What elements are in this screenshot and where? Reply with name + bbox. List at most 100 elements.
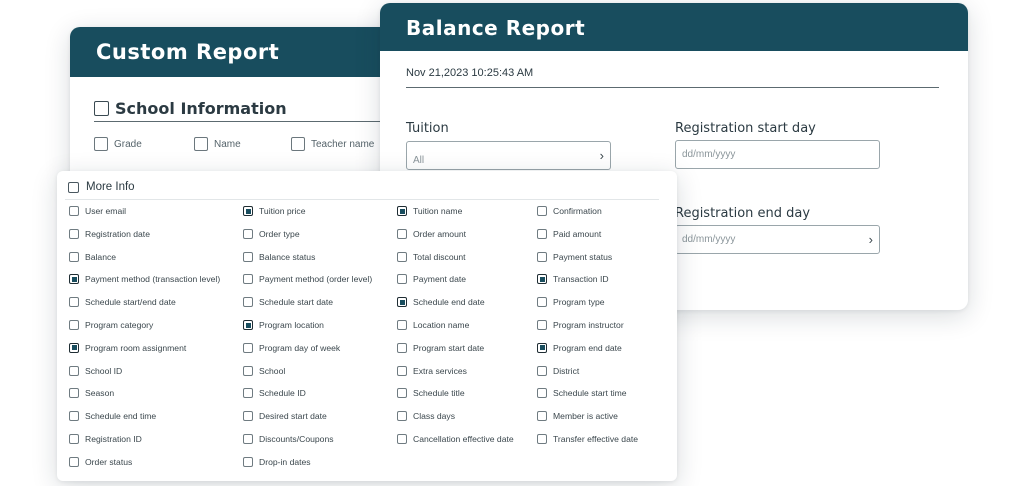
checkbox[interactable] xyxy=(397,320,407,330)
checkbox[interactable] xyxy=(537,411,547,422)
checkbox[interactable] xyxy=(243,434,253,444)
more-info-option[interactable]: Discounts/Coupons xyxy=(243,434,334,444)
checkbox[interactable] xyxy=(243,411,253,422)
checkbox[interactable] xyxy=(69,411,79,422)
more-info-option[interactable]: User email xyxy=(69,206,126,216)
more-info-option[interactable]: Order status xyxy=(69,456,132,467)
more-info-option[interactable]: Payment status xyxy=(537,251,612,262)
more-info-option[interactable]: Program room assignment xyxy=(69,342,186,353)
more-info-option[interactable]: Tuition name xyxy=(397,206,462,216)
checkbox[interactable] xyxy=(397,434,407,444)
checkbox[interactable] xyxy=(243,274,253,285)
more-info-option[interactable]: Program end date xyxy=(537,342,622,353)
more-info-option[interactable]: Tuition price xyxy=(243,206,306,216)
checkbox[interactable] xyxy=(69,251,79,262)
more-info-option[interactable]: Balance xyxy=(69,251,116,262)
registration-end-input[interactable]: dd/mm/yyyy › xyxy=(675,225,880,254)
checkbox[interactable] xyxy=(397,251,407,262)
checkbox[interactable] xyxy=(243,456,253,467)
more-info-option[interactable]: School xyxy=(243,365,285,376)
checkbox[interactable] xyxy=(69,320,79,330)
more-info-option[interactable]: Class days xyxy=(397,411,455,422)
field-teacher-name-checkbox[interactable] xyxy=(291,137,305,151)
more-info-option[interactable]: Program category xyxy=(69,320,153,330)
more-info-option[interactable]: Program type xyxy=(537,297,605,308)
checkbox[interactable] xyxy=(243,342,253,353)
more-info-toggle[interactable]: More Info xyxy=(68,181,135,193)
field-teacher-name[interactable]: Teacher name xyxy=(291,137,374,151)
checked-checkbox[interactable] xyxy=(69,274,79,285)
checkbox[interactable] xyxy=(243,365,253,376)
more-info-option[interactable]: Schedule title xyxy=(397,388,465,399)
checked-checkbox[interactable] xyxy=(397,297,407,308)
checkbox[interactable] xyxy=(397,274,407,285)
more-info-option[interactable]: Schedule end date xyxy=(397,297,485,308)
checkbox[interactable] xyxy=(69,206,79,216)
checkbox[interactable] xyxy=(397,411,407,422)
checked-checkbox[interactable] xyxy=(537,342,547,353)
more-info-option[interactable]: Registration date xyxy=(69,228,150,239)
more-info-option[interactable]: School ID xyxy=(69,365,122,376)
more-info-option[interactable]: Season xyxy=(69,388,114,399)
checked-checkbox[interactable] xyxy=(537,274,547,285)
more-info-option[interactable]: Payment method (order level) xyxy=(243,274,372,285)
field-name-checkbox[interactable] xyxy=(194,137,208,151)
field-grade[interactable]: Grade xyxy=(94,137,142,151)
checkbox[interactable] xyxy=(69,456,79,467)
checked-checkbox[interactable] xyxy=(243,206,253,216)
more-info-option[interactable]: Program instructor xyxy=(537,320,624,330)
checked-checkbox[interactable] xyxy=(397,206,407,216)
tuition-select[interactable]: All › xyxy=(406,141,611,170)
checked-checkbox[interactable] xyxy=(69,342,79,353)
school-information-checkbox[interactable] xyxy=(94,101,109,116)
checkbox[interactable] xyxy=(69,228,79,239)
checkbox[interactable] xyxy=(537,434,547,444)
more-info-option[interactable]: Registration ID xyxy=(69,434,142,444)
more-info-option[interactable]: Cancellation effective date xyxy=(397,434,514,444)
checkbox[interactable] xyxy=(397,388,407,399)
checkbox[interactable] xyxy=(537,251,547,262)
checkbox[interactable] xyxy=(537,228,547,239)
checkbox[interactable] xyxy=(243,228,253,239)
checkbox[interactable] xyxy=(243,297,253,308)
more-info-checkbox[interactable] xyxy=(68,181,79,193)
checkbox[interactable] xyxy=(69,388,79,399)
more-info-option[interactable]: District xyxy=(537,365,579,376)
more-info-option[interactable]: Program day of week xyxy=(243,342,340,353)
more-info-option[interactable]: Schedule end time xyxy=(69,411,156,422)
more-info-option[interactable]: Program location xyxy=(243,320,324,330)
more-info-option[interactable]: Paid amount xyxy=(537,228,601,239)
more-info-option[interactable]: Member is active xyxy=(537,411,618,422)
checkbox[interactable] xyxy=(397,228,407,239)
checkbox[interactable] xyxy=(243,388,253,399)
more-info-option[interactable]: Location name xyxy=(397,320,469,330)
checkbox[interactable] xyxy=(243,251,253,262)
checkbox[interactable] xyxy=(537,388,547,399)
checkbox[interactable] xyxy=(69,434,79,444)
field-grade-checkbox[interactable] xyxy=(94,137,108,151)
more-info-option[interactable]: Order amount xyxy=(397,228,466,239)
more-info-option[interactable]: Payment method (transaction level) xyxy=(69,274,220,285)
checkbox[interactable] xyxy=(537,297,547,308)
more-info-option[interactable]: Transaction ID xyxy=(537,274,609,285)
registration-start-input[interactable]: dd/mm/yyyy xyxy=(675,140,880,169)
more-info-option[interactable]: Schedule start time xyxy=(537,388,627,399)
checkbox[interactable] xyxy=(69,297,79,308)
checkbox[interactable] xyxy=(69,365,79,376)
checkbox[interactable] xyxy=(397,365,407,376)
more-info-option[interactable]: Transfer effective date xyxy=(537,434,638,444)
more-info-option[interactable]: Schedule start/end date xyxy=(69,297,176,308)
checkbox[interactable] xyxy=(537,206,547,216)
more-info-option[interactable]: Order type xyxy=(243,228,300,239)
checkbox[interactable] xyxy=(397,342,407,353)
field-name[interactable]: Name xyxy=(194,137,241,151)
more-info-option[interactable]: Schedule start date xyxy=(243,297,333,308)
more-info-option[interactable]: Extra services xyxy=(397,365,467,376)
school-information-toggle[interactable]: School Information xyxy=(94,99,287,118)
more-info-option[interactable]: Drop-in dates xyxy=(243,456,311,467)
more-info-option[interactable]: Confirmation xyxy=(537,206,602,216)
more-info-option[interactable]: Schedule ID xyxy=(243,388,306,399)
more-info-option[interactable]: Desired start date xyxy=(243,411,327,422)
more-info-option[interactable]: Total discount xyxy=(397,251,466,262)
more-info-option[interactable]: Payment date xyxy=(397,274,466,285)
